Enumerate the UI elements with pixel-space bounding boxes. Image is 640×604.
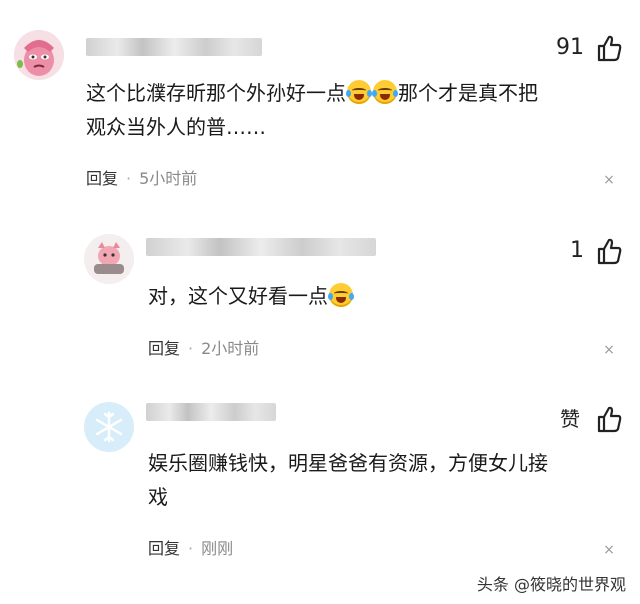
close-icon[interactable]: × xyxy=(602,543,616,557)
laughing-tears-emoji-icon xyxy=(372,80,398,104)
comment-text-part: 这个比濮存昕那个外孙好一点 xyxy=(86,81,346,105)
pink-character-avatar-icon xyxy=(14,30,64,80)
close-icon[interactable]: × xyxy=(602,343,616,357)
comment-text-part: 戏 xyxy=(148,485,168,509)
comment-text: 娱乐圈赚钱快，明星爸爸有资源，方便女儿接 戏 xyxy=(148,446,628,514)
comment-meta: 回复 · 刚刚 xyxy=(148,537,233,561)
comment-text: 对，这个又好看一点 xyxy=(148,279,618,313)
laughing-tears-emoji-icon xyxy=(328,283,354,307)
pink-character-avatar-icon xyxy=(84,234,134,284)
thumbs-up-icon[interactable] xyxy=(596,405,622,433)
like-count: 91 xyxy=(556,35,584,60)
comment-3: 赞 娱乐圈赚钱快，明星爸爸有资源，方便女儿接 戏 回复 · 刚刚 × xyxy=(0,370,640,570)
avatar[interactable] xyxy=(84,234,134,284)
comment-text: 这个比濮存昕那个外孙好一点 那个才是真不把 观众当外人的普…… xyxy=(86,76,626,144)
comment-2: 1 对，这个又好看一点 回复 · 2小时前 × xyxy=(0,200,640,370)
watermark: 头条 @筱晓的世界观 xyxy=(476,575,626,594)
comment-meta: 回复 · 5小时前 xyxy=(86,167,197,191)
reply-button[interactable]: 回复 xyxy=(148,339,180,358)
separator-dot: · xyxy=(188,539,194,558)
avatar[interactable] xyxy=(14,30,64,80)
comment-1: 91 这个比濮存昕那个外孙好一点 那个才是真不把 观众当外人的普…… 回复 · 5小时… xyxy=(0,0,640,200)
username-blurred[interactable] xyxy=(86,38,262,56)
thumbs-up-icon[interactable] xyxy=(596,34,622,62)
reply-button[interactable]: 回复 xyxy=(148,539,180,558)
thumbs-up-icon[interactable] xyxy=(596,237,622,265)
laughing-tears-emoji-icon xyxy=(346,80,372,104)
reply-button[interactable]: 回复 xyxy=(86,169,118,188)
timestamp: 刚刚 xyxy=(201,539,234,558)
like-label: 赞 xyxy=(560,407,580,431)
comment-text-part: 娱乐圈赚钱快，明星爸爸有资源，方便女儿接 xyxy=(148,451,548,475)
separator-dot: · xyxy=(188,339,194,358)
comment-text-part: 对，这个又好看一点 xyxy=(148,284,328,308)
avatar[interactable] xyxy=(84,402,134,452)
separator-dot: · xyxy=(126,169,132,188)
username-blurred[interactable] xyxy=(146,403,276,421)
comment-text-part: 观众当外人的普…… xyxy=(86,115,266,139)
close-icon[interactable]: × xyxy=(602,173,616,187)
like-count: 1 xyxy=(570,238,584,263)
snowflake-avatar-icon xyxy=(84,402,134,452)
timestamp: 5小时前 xyxy=(139,169,198,188)
comment-meta: 回复 · 2小时前 xyxy=(148,337,259,361)
username-blurred[interactable] xyxy=(146,238,376,256)
timestamp: 2小时前 xyxy=(201,339,260,358)
comment-text-part: 那个才是真不把 xyxy=(398,81,538,105)
